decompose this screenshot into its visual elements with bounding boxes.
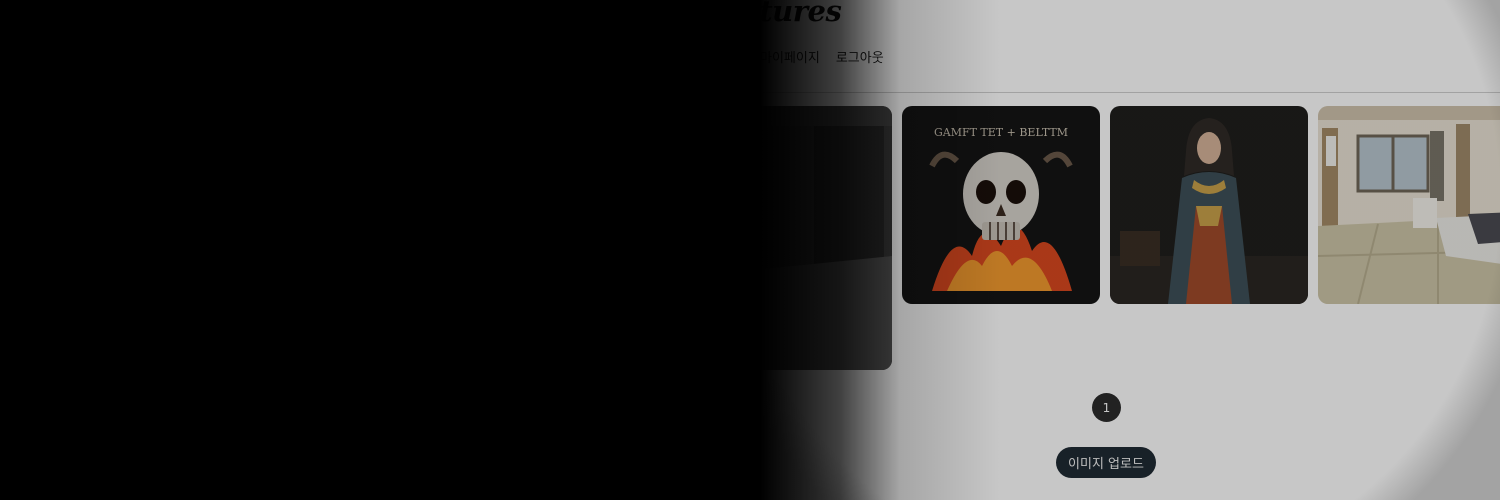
gallery-page: HKPictures 이미지 주제 구독중 마이페이지 로그아웃 GAMFT T…	[0, 0, 1500, 500]
upload-image-button[interactable]: 이미지 업로드	[1056, 447, 1156, 478]
gallery-image-dark-room[interactable]	[694, 106, 892, 370]
brand-logo[interactable]: HKPictures	[0, 0, 1500, 28]
header-divider	[0, 92, 1500, 93]
main-nav: 이미지 주제 구독중 마이페이지 로그아웃	[0, 47, 1500, 66]
gallery-image-skull[interactable]: GAMFT TET + BELTTM	[902, 106, 1100, 304]
nav-subscriptions[interactable]: 구독중	[708, 47, 744, 66]
woman-picture	[1110, 106, 1308, 304]
pagination-page-1[interactable]: 1	[1092, 393, 1121, 422]
skull-caption: GAMFT TET + BELTTM	[934, 126, 1068, 139]
bedroom-picture	[1318, 106, 1500, 304]
nav-logout[interactable]: 로그아웃	[836, 47, 884, 66]
skull-picture: GAMFT TET + BELTTM	[902, 106, 1100, 304]
dark-room-picture	[694, 106, 892, 370]
gallery-image-woman[interactable]	[1110, 106, 1308, 304]
nav-images[interactable]: 이미지	[616, 47, 652, 66]
nav-mypage[interactable]: 마이페이지	[760, 47, 820, 66]
nav-topics[interactable]: 주제	[668, 47, 692, 66]
gallery-image-bedroom[interactable]	[1318, 106, 1500, 304]
